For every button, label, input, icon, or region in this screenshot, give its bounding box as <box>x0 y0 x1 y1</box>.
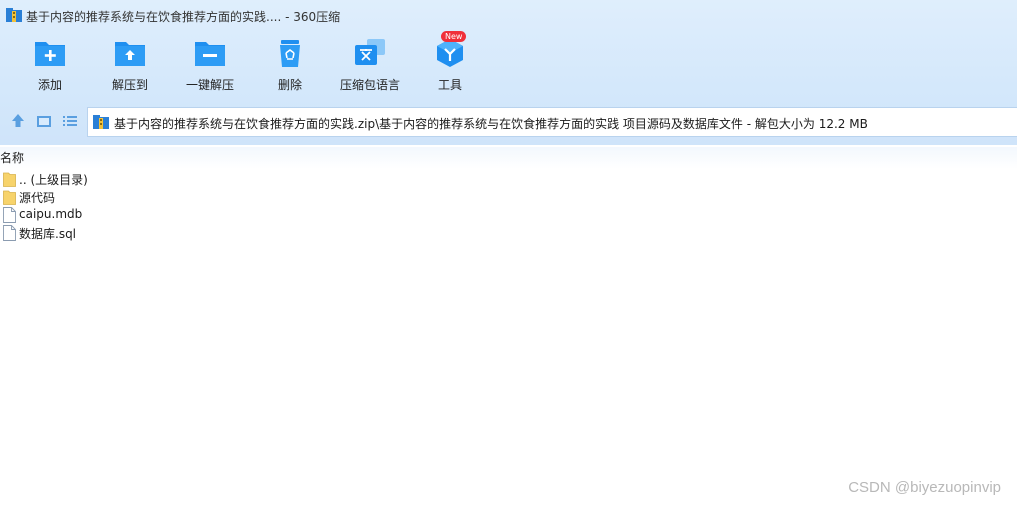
list-item-caipu-mdb[interactable]: caipu.mdb <box>0 206 400 224</box>
toolbar: 添加 解压到 一键解压 删除 压缩包语言 New 工具 <box>0 31 1017 98</box>
archive-language-icon <box>355 39 385 65</box>
extract-to-button[interactable]: 解压到 <box>90 32 170 96</box>
file-name: 源代码 <box>19 191 56 205</box>
file-name: caipu.mdb <box>19 207 83 221</box>
file-name: .. (上级目录) <box>19 173 88 187</box>
path-text: 基于内容的推荐系统与在饮食推荐方面的实践.zip\基于内容的推荐系统与在饮食推荐… <box>114 117 868 131</box>
up-arrow-icon[interactable] <box>10 113 26 129</box>
app-archive-icon <box>6 8 22 22</box>
folder-icon <box>3 172 16 187</box>
top-panel: 基于内容的推荐系统与在饮食推荐方面的实践.... - 360压缩 添加 解压到 <box>0 0 1017 145</box>
file-icon <box>3 225 16 241</box>
new-badge: New <box>441 31 467 42</box>
window-title: 基于内容的推荐系统与在饮食推荐方面的实践.... - 360压缩 <box>26 10 341 24</box>
navigation-bar: 基于内容的推荐系统与在饮食推荐方面的实践.zip\基于内容的推荐系统与在饮食推荐… <box>0 105 1017 137</box>
watermark: CSDN @biyezuopinvip <box>848 479 1001 496</box>
tools-label: 工具 <box>437 78 462 92</box>
add-label: 添加 <box>37 78 62 92</box>
one-click-extract-icon <box>195 42 225 66</box>
one-click-extract-label: 一键解压 <box>185 78 234 92</box>
path-bar[interactable]: 基于内容的推荐系统与在饮食推荐方面的实践.zip\基于内容的推荐系统与在饮食推荐… <box>87 107 1017 137</box>
archive-language-button[interactable]: 压缩包语言 <box>330 32 410 96</box>
recycle-bin-icon <box>280 40 300 67</box>
column-name-label: 名称 <box>0 151 25 165</box>
list-item-database-sql[interactable]: 数据库.sql <box>0 224 400 242</box>
archive-language-label: 压缩包语言 <box>339 78 400 92</box>
one-click-extract-button[interactable]: 一键解压 <box>170 32 250 96</box>
file-icon <box>3 207 16 223</box>
add-button[interactable]: 添加 <box>10 32 90 96</box>
extract-to-label: 解压到 <box>111 78 148 92</box>
delete-label: 删除 <box>277 78 302 92</box>
folder-icon <box>3 190 16 205</box>
extract-to-folder-icon <box>115 42 145 66</box>
tools-button[interactable]: New 工具 <box>410 31 490 96</box>
tools-icon <box>437 39 463 67</box>
thumbnail-view-icon[interactable] <box>36 113 52 129</box>
column-header-name[interactable]: 名称 <box>0 147 1017 169</box>
title-bar: 基于内容的推荐系统与在饮食推荐方面的实践.... - 360压缩 <box>0 0 1017 30</box>
add-folder-icon <box>35 42 65 66</box>
file-name: 数据库.sql <box>19 227 77 241</box>
delete-button[interactable]: 删除 <box>250 32 330 96</box>
list-item-parent-dir[interactable]: .. (上级目录) <box>0 170 400 188</box>
list-view-icon[interactable] <box>62 113 78 129</box>
list-item-source-folder[interactable]: 源代码 <box>0 188 400 206</box>
archive-icon <box>93 115 109 129</box>
